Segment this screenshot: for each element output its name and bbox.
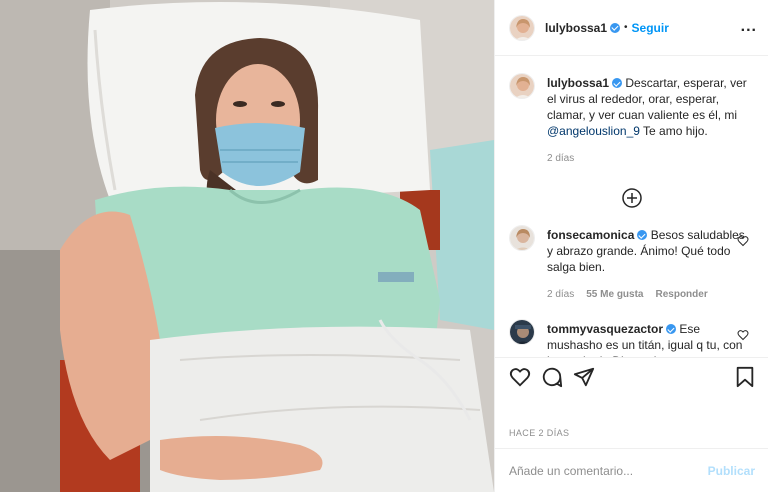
comment-body: tommyvasquezactor Ese mushasho es un tit…: [547, 321, 747, 357]
caption-meta: 2 días: [547, 151, 747, 167]
caption-mention[interactable]: @angelouslion_9: [547, 124, 640, 138]
instagram-post: lulybossa1 • Seguir ... lulybossa1 Desca…: [0, 0, 768, 492]
caption-text-end: Te amo hijo.: [643, 124, 708, 138]
caption-username[interactable]: lulybossa1: [547, 76, 609, 90]
post-date[interactable]: HACE 2 DÍAS: [509, 428, 569, 438]
heart-icon[interactable]: [737, 329, 749, 341]
header-username[interactable]: lulybossa1: [545, 21, 607, 35]
verified-badge-icon: [637, 230, 648, 240]
comment-body: fonsecamonica Besos saludables y abrazo …: [547, 227, 747, 303]
caption-body: lulybossa1 Descartar, esperar, ver el vi…: [547, 75, 747, 167]
avatar[interactable]: [509, 319, 535, 345]
add-comment-bar: Publicar: [495, 448, 768, 492]
comment-username[interactable]: fonsecamonica: [547, 228, 634, 242]
publish-button[interactable]: Publicar: [708, 464, 755, 478]
save-icon[interactable]: [735, 366, 755, 388]
separator-dot: •: [624, 22, 628, 33]
verified-badge-icon: [612, 78, 623, 88]
comment-input[interactable]: [509, 463, 708, 478]
post-photo[interactable]: [0, 0, 494, 492]
comment-item: fonsecamonica Besos saludables y abrazo …: [509, 225, 755, 303]
comment-meta: 2 días 55 Me gusta Responder: [547, 287, 747, 303]
comment-icon[interactable]: [541, 366, 563, 388]
post-actions: [495, 357, 768, 395]
more-options-icon[interactable]: ...: [741, 18, 757, 36]
verified-badge-icon: [666, 324, 677, 334]
heart-icon[interactable]: [509, 366, 531, 388]
caption-time[interactable]: 2 días: [547, 151, 574, 167]
comment-username[interactable]: tommyvasquezactor: [547, 322, 663, 336]
follow-button[interactable]: Seguir: [632, 21, 669, 35]
load-more-comments-button[interactable]: [509, 187, 755, 209]
avatar[interactable]: [509, 73, 535, 99]
comment-item: tommyvasquezactor Ese mushasho es un tit…: [509, 319, 755, 357]
post-header: lulybossa1 • Seguir ...: [495, 0, 768, 56]
avatar[interactable]: [509, 225, 535, 251]
heart-icon[interactable]: [737, 235, 749, 247]
load-more-icon: [622, 188, 642, 208]
comment-likes[interactable]: 55 Me gusta: [586, 287, 643, 303]
avatar[interactable]: [509, 14, 535, 41]
verified-badge-icon: [610, 22, 621, 33]
comment-time[interactable]: 2 días: [547, 287, 574, 303]
hospital-patient-image: [0, 0, 494, 492]
post-side-panel: lulybossa1 • Seguir ... lulybossa1 Desca…: [494, 0, 768, 492]
share-icon[interactable]: [573, 366, 595, 388]
caption: lulybossa1 Descartar, esperar, ver el vi…: [509, 73, 755, 167]
comments-list[interactable]: lulybossa1 Descartar, esperar, ver el vi…: [495, 57, 768, 357]
reply-button[interactable]: Responder: [656, 287, 708, 303]
